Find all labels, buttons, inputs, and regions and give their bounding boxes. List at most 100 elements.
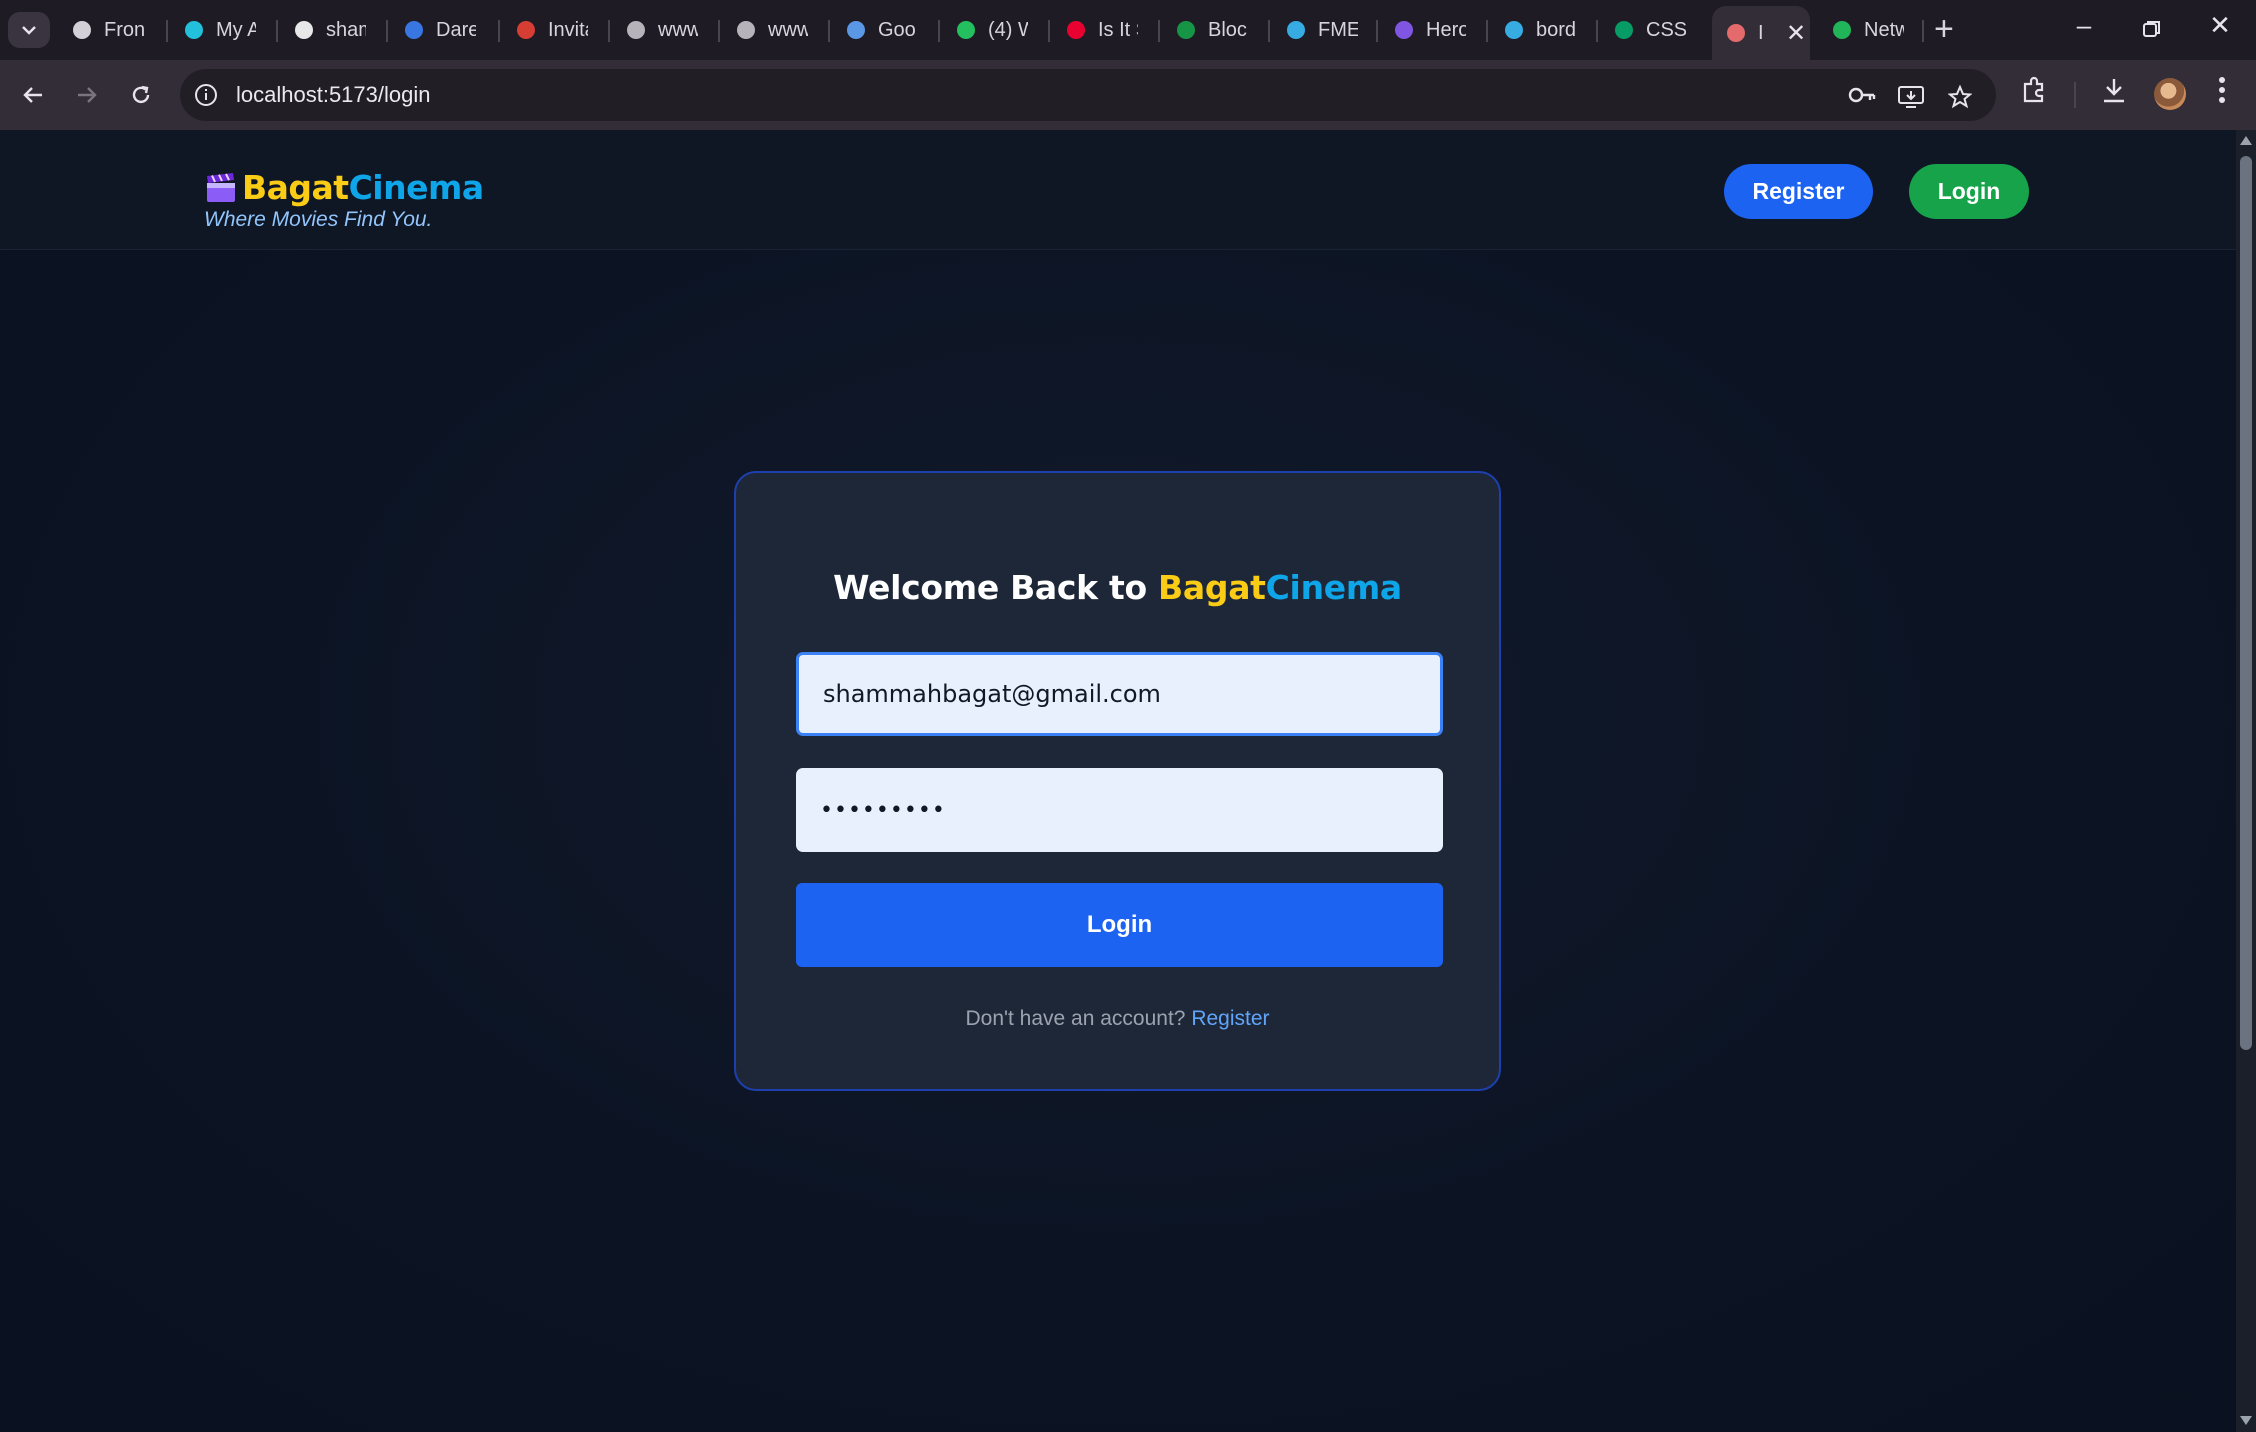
linkedin-icon bbox=[734, 18, 758, 42]
tab-separator bbox=[1158, 20, 1160, 42]
tab-separator bbox=[1376, 20, 1378, 42]
browser-tab[interactable]: Front bbox=[70, 8, 160, 52]
tab-separator bbox=[718, 20, 720, 42]
address-bar-url[interactable]: localhost:5173/login bbox=[236, 82, 430, 108]
tab-separator bbox=[498, 20, 500, 42]
register-link[interactable]: Register bbox=[1191, 1007, 1269, 1030]
browser-tab-label: Is It S bbox=[1098, 18, 1138, 41]
browser-tab-label: bord bbox=[1536, 18, 1576, 41]
login-title: Welcome Back to BagatCinema bbox=[736, 568, 1499, 607]
downloads-icon[interactable] bbox=[2101, 76, 2127, 109]
minimize-button[interactable]: – bbox=[2064, 10, 2104, 41]
browser-tab-label: CSS bbox=[1646, 18, 1686, 41]
browser-tab[interactable]: Goo bbox=[844, 8, 934, 52]
site-logo[interactable]: BagatCinema bbox=[204, 168, 484, 207]
browser-tab-label: Front bbox=[104, 18, 144, 41]
login-title-prefix: Welcome Back to bbox=[833, 568, 1159, 607]
scroll-down-arrow-icon[interactable] bbox=[2240, 1416, 2252, 1425]
sheets-icon bbox=[1174, 18, 1198, 42]
browser-tab-label: Block bbox=[1208, 18, 1248, 41]
browser-tab-strip: Front My A sham Dare Invita www www Goo (4) W Is … bbox=[0, 0, 2256, 60]
browser-tab[interactable]: (4) W bbox=[954, 8, 1044, 52]
site-info-icon[interactable] bbox=[194, 83, 218, 112]
chevron-down-icon bbox=[22, 26, 36, 35]
youtube-icon bbox=[1064, 18, 1088, 42]
browser-tab[interactable]: I ✕ bbox=[1712, 6, 1810, 60]
forward-button[interactable] bbox=[68, 76, 106, 114]
globe-icon bbox=[624, 18, 648, 42]
page-scrollbar[interactable] bbox=[2236, 130, 2256, 1432]
browser-tab-label: Invita bbox=[548, 18, 588, 41]
email-field[interactable]: shammahbagat@gmail.com bbox=[796, 652, 1443, 736]
dare-icon bbox=[402, 18, 426, 42]
browser-tab[interactable]: Invita bbox=[514, 8, 604, 52]
openai-icon bbox=[70, 18, 94, 42]
tab-separator bbox=[166, 20, 168, 42]
address-bar[interactable]: localhost:5173/login bbox=[180, 69, 1996, 121]
tailwind-icon bbox=[1502, 18, 1526, 42]
github-icon bbox=[292, 18, 316, 42]
login-submit-button[interactable]: Login bbox=[796, 883, 1443, 967]
gmail-icon bbox=[514, 18, 538, 42]
tab-separator bbox=[1596, 20, 1598, 42]
tab-separator bbox=[608, 20, 610, 42]
fme-icon bbox=[1284, 18, 1308, 42]
browser-tab[interactable]: Is It S bbox=[1064, 8, 1154, 52]
browser-toolbar: localhost:5173/login bbox=[0, 60, 2256, 130]
bookmark-star-icon[interactable] bbox=[1947, 84, 1973, 114]
reload-icon bbox=[132, 85, 150, 104]
browser-tab-label: My A bbox=[216, 18, 256, 41]
browser-tab[interactable]: bord bbox=[1502, 8, 1592, 52]
password-field[interactable]: ••••••••• bbox=[796, 768, 1443, 852]
browser-tab[interactable]: My A bbox=[182, 8, 272, 52]
login-card: Welcome Back to BagatCinema shammahbagat… bbox=[734, 471, 1501, 1091]
tab-separator bbox=[1486, 20, 1488, 42]
gemini-icon bbox=[844, 18, 868, 42]
tab-separator bbox=[1268, 20, 1270, 42]
browser-tab[interactable]: sham bbox=[292, 8, 382, 52]
password-key-icon[interactable] bbox=[1848, 85, 1876, 110]
site-favicon bbox=[1724, 21, 1748, 45]
app-icon bbox=[182, 18, 206, 42]
register-prompt: Don't have an account? Register bbox=[736, 1007, 1499, 1031]
profile-avatar[interactable] bbox=[2154, 78, 2186, 110]
browser-tab-label: FME bbox=[1318, 18, 1358, 41]
mongodb-icon bbox=[1830, 18, 1854, 42]
brand-part-2: Cinema bbox=[348, 168, 485, 207]
tab-separator bbox=[1048, 20, 1050, 42]
header-login-button[interactable]: Login bbox=[1909, 164, 2029, 219]
browser-tab[interactable]: www bbox=[624, 8, 714, 52]
browser-tab[interactable]: Dare bbox=[402, 8, 492, 52]
browser-tab-label: (4) W bbox=[988, 18, 1028, 41]
extensions-icon[interactable] bbox=[2020, 76, 2048, 109]
menu-kebab-icon[interactable] bbox=[2218, 76, 2226, 109]
back-button[interactable] bbox=[14, 76, 52, 114]
whatsapp-icon bbox=[954, 18, 978, 42]
tab-separator bbox=[276, 20, 278, 42]
close-window-button[interactable]: ✕ bbox=[2200, 10, 2240, 41]
register-prompt-text: Don't have an account? bbox=[965, 1007, 1192, 1030]
close-tab-icon[interactable]: ✕ bbox=[1786, 19, 1806, 48]
tab-separator bbox=[828, 20, 830, 42]
browser-tab[interactable]: CSS bbox=[1612, 8, 1702, 52]
arrow-left-icon bbox=[23, 87, 42, 103]
reload-button[interactable] bbox=[122, 76, 160, 114]
restore-button[interactable] bbox=[2132, 14, 2172, 45]
browser-tab[interactable]: FME bbox=[1284, 8, 1374, 52]
tab-search-button[interactable] bbox=[8, 12, 50, 48]
scroll-up-arrow-icon[interactable] bbox=[2240, 136, 2252, 145]
new-tab-button[interactable]: + bbox=[1934, 10, 1954, 49]
browser-tab-label: Netw bbox=[1864, 18, 1904, 41]
browser-tab[interactable]: Hero bbox=[1392, 8, 1482, 52]
site-tagline: Where Movies Find You. bbox=[204, 208, 433, 231]
install-app-icon[interactable] bbox=[1898, 85, 1924, 114]
browser-tab-label: www bbox=[658, 18, 698, 41]
restore-icon bbox=[2143, 21, 2160, 37]
header-register-button[interactable]: Register bbox=[1724, 164, 1873, 219]
w3schools-icon bbox=[1612, 18, 1636, 42]
browser-tab[interactable]: Netw bbox=[1830, 8, 1920, 52]
browser-tab[interactable]: Block bbox=[1174, 8, 1264, 52]
tab-separator bbox=[386, 20, 388, 42]
scroll-thumb[interactable] bbox=[2240, 156, 2252, 1050]
browser-tab[interactable]: www bbox=[734, 8, 824, 52]
